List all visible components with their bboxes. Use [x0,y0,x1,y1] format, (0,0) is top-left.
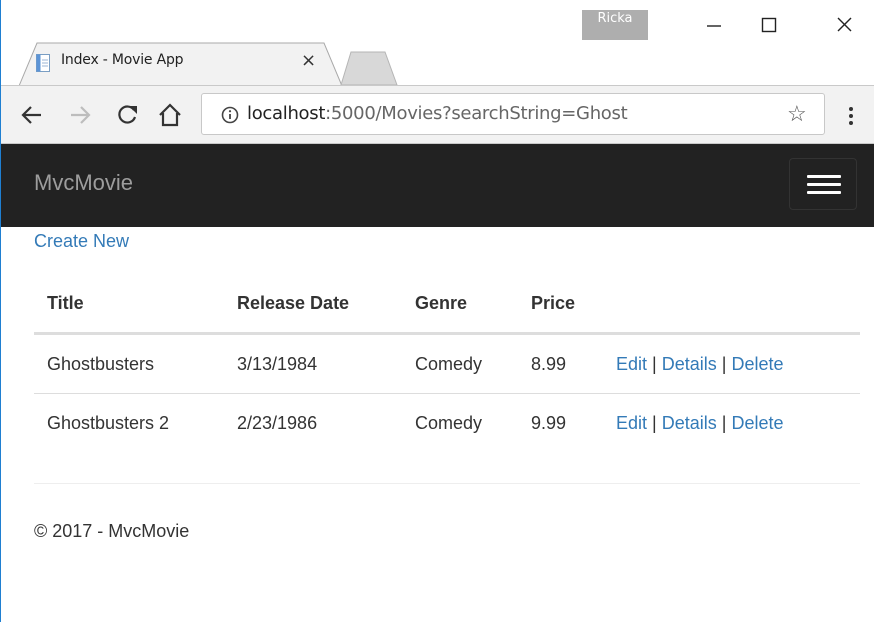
close-icon [837,17,852,32]
link-separator: | [652,412,657,433]
tab-title: Index - Movie App [61,52,184,68]
header-release-date[interactable]: Release Date [224,274,402,335]
cell-genre: Comedy [402,333,518,394]
page-icon [36,54,50,72]
navbar-toggle-button[interactable] [789,158,857,210]
url-host: localhost [247,103,326,124]
table-header-row: Title Release Date Genre Price [34,274,860,335]
header-actions [603,274,860,335]
header-genre[interactable]: Genre [402,274,518,335]
url-text[interactable]: localhost:5000/Movies?searchString=Ghost [247,103,628,124]
close-window-button[interactable] [821,14,867,44]
link-separator: | [652,353,657,374]
movies-table: Title Release Date Genre Price Ghostbust… [34,274,860,452]
cell-title: Ghostbusters 2 [47,412,170,433]
hamburger-bar [807,175,841,178]
browser-window: Ricka Index - Movie App × localhost:5000… [0,0,874,622]
cell-release-date: 3/13/1984 [224,333,402,394]
table-row: Ghostbusters 3/13/1984 Comedy 8.99 Edit … [34,333,860,394]
cell-actions: Edit | Details | Delete [603,394,860,453]
delete-link[interactable]: Delete [732,354,784,374]
reload-icon[interactable] [114,100,140,130]
delete-link[interactable]: Delete [732,413,784,433]
details-link[interactable]: Details [662,354,717,374]
header-price[interactable]: Price [518,274,603,335]
maximize-button[interactable] [746,14,792,44]
table-row: Ghostbusters 2 2/23/1986 Comedy 9.99 Edi… [34,394,860,453]
info-icon[interactable] [221,106,239,124]
cell-price: 8.99 [518,333,603,394]
edit-link[interactable]: Edit [616,354,647,374]
link-separator: | [721,412,727,433]
back-arrow-icon[interactable] [19,100,45,130]
cell-genre: Comedy [415,412,483,433]
star-icon[interactable]: ☆ [787,101,807,127]
menu-dots-icon[interactable] [846,101,856,131]
forward-arrow-icon[interactable] [67,100,93,130]
brand-link[interactable]: MvcMovie [34,170,133,196]
new-tab-button[interactable] [339,50,399,86]
hamburger-bar [807,183,841,186]
hamburger-bar [807,191,841,194]
minimize-icon [707,25,721,27]
home-icon[interactable] [157,100,183,130]
details-link[interactable]: Details [662,413,717,433]
header-title[interactable]: Title [34,274,224,335]
user-badge[interactable]: Ricka [582,10,648,40]
footer-text: © 2017 - MvcMovie [34,521,190,541]
cell-title: Ghostbusters [34,333,224,394]
maximize-icon [761,17,777,33]
cell-price: 9.99 [531,412,567,433]
tab-close-button[interactable]: × [301,50,316,71]
minimize-button[interactable] [691,14,737,44]
edit-link[interactable]: Edit [616,413,647,433]
cell-actions: Edit | Details | Delete [603,333,860,394]
cell-release-date: 2/23/1986 [237,412,318,433]
footer-divider [34,483,860,484]
url-path: :5000/Movies?searchString=Ghost [325,103,628,124]
link-separator: | [721,353,727,374]
create-new-link[interactable]: Create New [34,231,129,252]
